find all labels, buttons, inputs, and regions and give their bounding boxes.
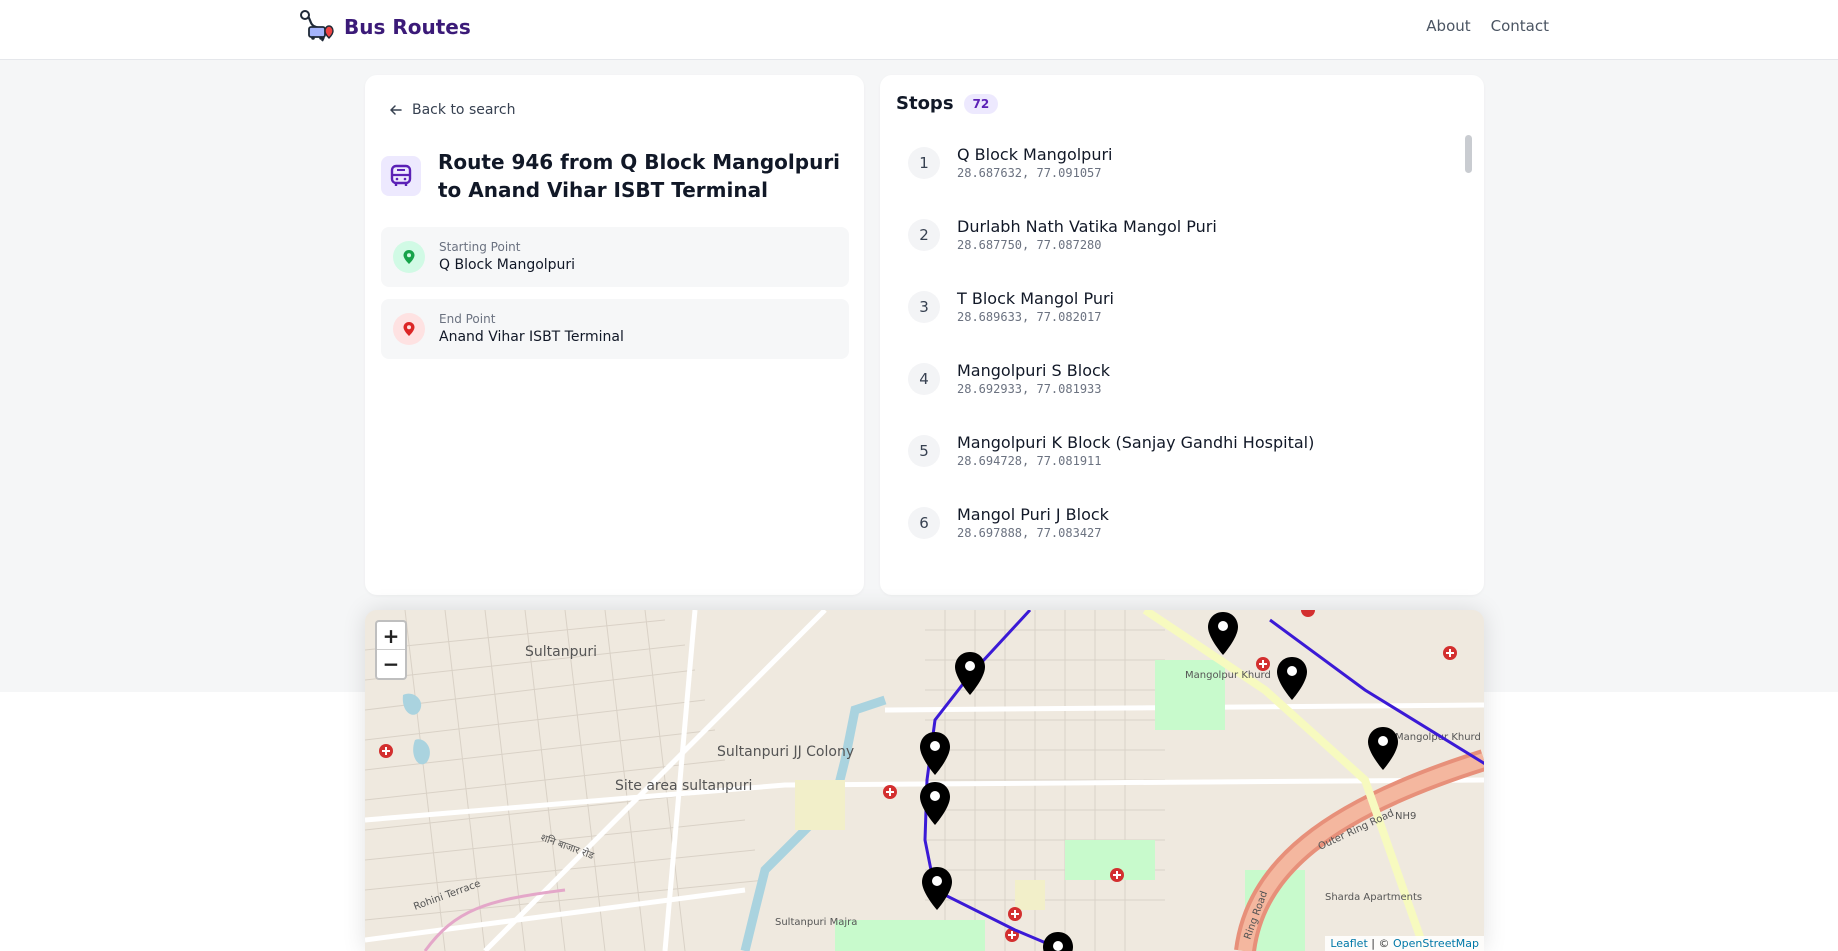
stop-name: Q Block Mangolpuri: [957, 145, 1113, 164]
map-label: Sharda Apartments: [1325, 892, 1422, 903]
stops-card: Stops 72 1 Q Block Mangolpuri 28.687632,…: [880, 75, 1484, 595]
openstreetmap-link[interactable]: OpenStreetMap: [1393, 937, 1479, 950]
arrow-left-icon: [390, 105, 402, 115]
map-label: Sultanpuri: [525, 644, 597, 660]
starting-point-value: Q Block Mangolpuri: [439, 257, 576, 273]
stops-scrollbar-thumb[interactable]: [1465, 135, 1472, 173]
stop-coords: 28.687750, 77.087280: [957, 238, 1102, 252]
back-to-search-link[interactable]: Back to search: [389, 102, 515, 118]
route-details-card: Back to search Route 946 from Q Block Ma…: [365, 75, 864, 595]
back-to-search-label: Back to search: [412, 102, 516, 118]
route-heading: Route 946 from Q Block Mangolpuri to Ana…: [381, 148, 851, 204]
start-pin-icon-wrap: [393, 241, 425, 273]
zoom-in-button[interactable]: +: [377, 622, 405, 650]
map-label: Mangolpur Khurd: [1185, 670, 1271, 681]
starting-point-box: Starting Point Q Block Mangolpuri: [381, 227, 849, 287]
map-label: Sultanpuri Majra: [775, 917, 857, 928]
map-tiles[interactable]: Sultanpuri Sultanpuri JJ Colony Site are…: [365, 610, 1484, 951]
stop-item[interactable]: 5 Mangolpuri K Block (Sanjay Gandhi Hosp…: [908, 421, 1314, 481]
end-pin-icon-wrap: [393, 313, 425, 345]
bus-icon-box: [381, 156, 421, 196]
end-point-value: Anand Vihar ISBT Terminal: [439, 329, 624, 345]
map-zoom-control: + −: [375, 620, 407, 680]
main-nav: About Contact: [1426, 17, 1549, 35]
stops-list[interactable]: 1 Q Block Mangolpuri 28.687632, 77.09105…: [908, 133, 1468, 581]
stop-number: 1: [908, 147, 940, 179]
map-pin-icon: [403, 250, 415, 264]
stop-item[interactable]: 2 Durlabh Nath Vatika Mangol Puri 28.687…: [908, 205, 1217, 265]
stop-coords: 28.694728, 77.081911: [957, 454, 1102, 468]
stop-coords: 28.692933, 77.081933: [957, 382, 1102, 396]
stop-item[interactable]: 1 Q Block Mangolpuri 28.687632, 77.09105…: [908, 133, 1113, 193]
stop-number: 3: [908, 291, 940, 323]
starting-point-label: Starting Point: [439, 240, 521, 254]
brand-name: Bus Routes: [344, 15, 471, 39]
map-label: Site area sultanpuri: [615, 778, 752, 794]
brand-link[interactable]: Bus Routes: [298, 8, 471, 46]
stop-name: Mangolpuri K Block (Sanjay Gandhi Hospit…: [957, 433, 1315, 452]
stop-coords: 28.697888, 77.083427: [957, 526, 1102, 540]
bus-route-logo-icon: [300, 10, 334, 42]
stop-coords: 28.687632, 77.091057: [957, 166, 1102, 180]
route-title: Route 946 from Q Block Mangolpuri to Ana…: [438, 150, 841, 202]
route-map[interactable]: Sultanpuri Sultanpuri JJ Colony Site are…: [365, 610, 1484, 951]
end-point-box: End Point Anand Vihar ISBT Terminal: [381, 299, 849, 359]
stops-header: Stops 72: [896, 93, 999, 114]
stop-name: Durlabh Nath Vatika Mangol Puri: [957, 217, 1217, 236]
zoom-out-button[interactable]: −: [377, 650, 405, 678]
leaflet-link[interactable]: Leaflet: [1330, 937, 1367, 950]
end-point-label: End Point: [439, 312, 496, 326]
stop-item[interactable]: 6 Mangol Puri J Block 28.697888, 77.0834…: [908, 493, 1109, 553]
stop-name: Mangolpuri S Block: [957, 361, 1111, 380]
map-pin-icon: [403, 322, 415, 336]
map-label: Sultanpuri JJ Colony: [717, 744, 854, 760]
map-attribution: Leaflet | © OpenStreetMap: [1325, 936, 1484, 951]
stop-number: 4: [908, 363, 940, 395]
stop-number: 5: [908, 435, 940, 467]
stop-item[interactable]: 3 T Block Mangol Puri 28.689633, 77.0820…: [908, 277, 1114, 337]
bus-icon: [390, 164, 412, 186]
stop-number: 6: [908, 507, 940, 539]
nav-about-link[interactable]: About: [1426, 17, 1470, 35]
nav-contact-link[interactable]: Contact: [1491, 17, 1549, 35]
stops-count-badge: 72: [963, 93, 999, 114]
stop-number: 2: [908, 219, 940, 251]
stop-name: Mangol Puri J Block: [957, 505, 1109, 524]
stop-name: T Block Mangol Puri: [957, 289, 1114, 308]
attribution-separator: | ©: [1367, 937, 1393, 950]
map-label: NH9: [1395, 811, 1416, 822]
stop-item[interactable]: 4 Mangolpuri S Block 28.692933, 77.08193…: [908, 349, 1110, 409]
stop-coords: 28.689633, 77.082017: [957, 310, 1102, 324]
top-navbar: Bus Routes About Contact: [0, 0, 1838, 60]
stops-title: Stops: [896, 93, 954, 114]
